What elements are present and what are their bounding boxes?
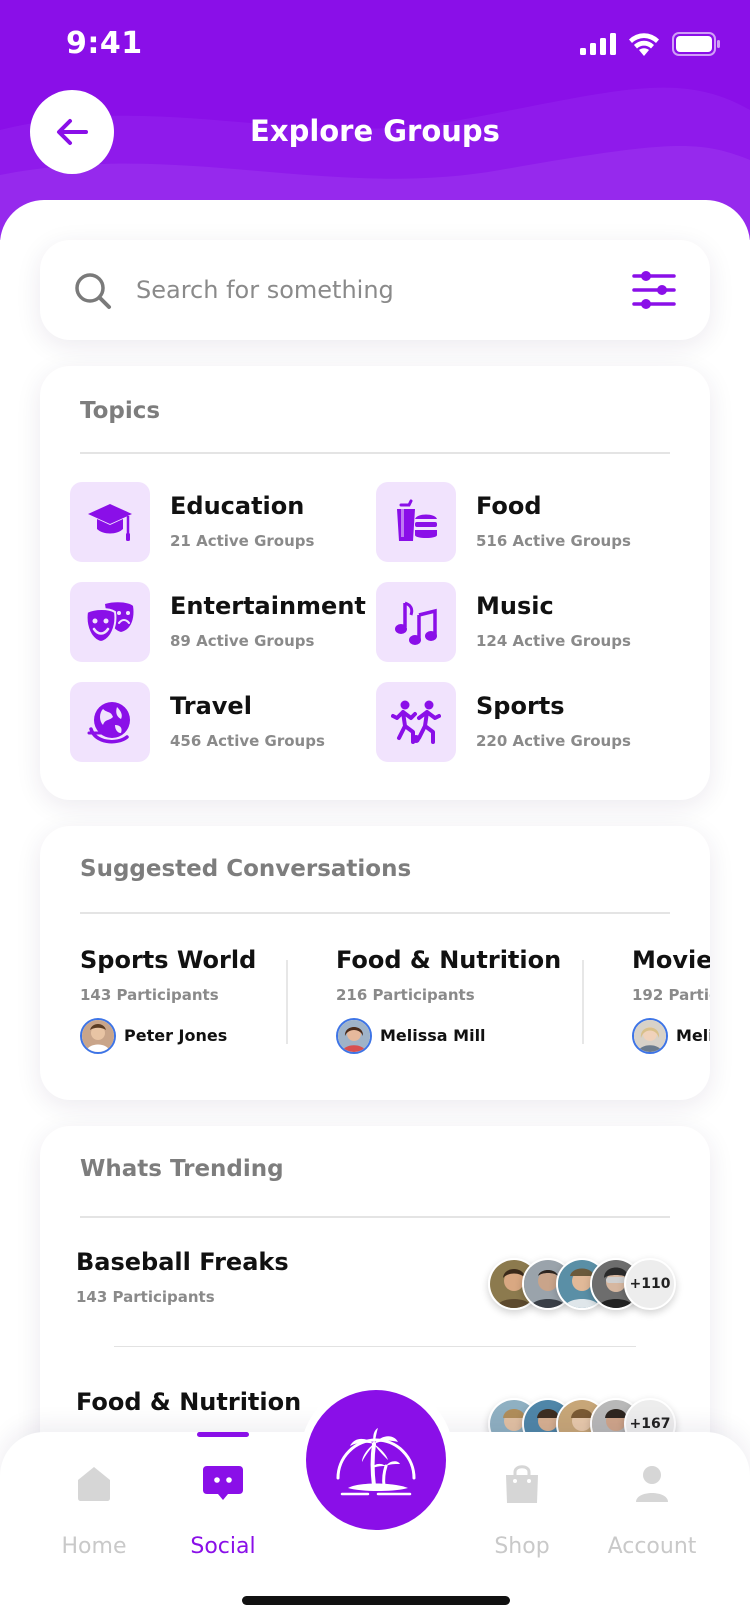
topic-name: Entertainment <box>170 592 366 620</box>
battery-icon <box>672 32 720 56</box>
trending-title: Whats Trending <box>80 1156 284 1182</box>
divider <box>286 960 288 1044</box>
more-participants-badge: +110 <box>624 1258 676 1310</box>
chat-bubble-icon <box>203 1466 243 1500</box>
topics-title: Topics <box>80 398 161 424</box>
signal-icon <box>580 33 616 55</box>
avatar <box>632 1018 668 1054</box>
topic-icon-box <box>70 582 150 662</box>
home-indicator <box>242 1596 510 1605</box>
avatar <box>336 1018 372 1054</box>
trending-name: Food & Nutrition <box>76 1388 302 1416</box>
music-notes-icon <box>395 601 437 645</box>
topic-food[interactable]: Food 516 Active Groups <box>376 482 676 562</box>
conversation-user: Peter Jones <box>124 1026 228 1045</box>
divider <box>582 960 584 1044</box>
globe-icon <box>87 702 130 744</box>
search-icon <box>75 273 111 309</box>
avatar <box>80 1018 116 1054</box>
nav-label: Social <box>190 1534 256 1559</box>
center-action-button[interactable] <box>306 1390 446 1530</box>
topic-icon-box <box>376 582 456 662</box>
suggested-conversations-card: Suggested Conversations Sports World 143… <box>40 826 710 1100</box>
user-icon <box>636 1466 668 1502</box>
nav-social[interactable]: Social <box>163 1462 283 1559</box>
nav-label: Home <box>61 1534 127 1559</box>
topics-card: Topics Education 21 Active Groups Food 5… <box>40 366 710 800</box>
conversation-participants: 143 Participants <box>80 986 219 1004</box>
status-time: 9:41 <box>66 26 143 61</box>
wifi-icon <box>629 33 659 56</box>
topic-icon-box <box>70 482 150 562</box>
participant-avatars: +110 <box>488 1258 676 1310</box>
nav-label: Account <box>607 1534 697 1559</box>
divider <box>114 1346 636 1347</box>
conversation-name: Movies <box>632 946 710 974</box>
conversation-user: Melissa Mill <box>380 1026 486 1045</box>
topic-count: 21 Active Groups <box>170 532 315 550</box>
topic-name: Sports <box>476 692 565 720</box>
topic-name: Education <box>170 492 305 520</box>
nav-account[interactable]: Account <box>592 1462 712 1559</box>
divider <box>80 912 670 914</box>
nav-label: Shop <box>494 1534 550 1559</box>
running-people-icon <box>391 700 441 744</box>
topic-name: Travel <box>170 692 252 720</box>
topic-name: Music <box>476 592 554 620</box>
topic-travel[interactable]: Travel 456 Active Groups <box>70 682 370 762</box>
nav-shop[interactable]: Shop <box>462 1462 582 1559</box>
conversation-participants: 216 Participants <box>336 986 475 1004</box>
topic-icon-box <box>70 682 150 762</box>
status-icons <box>580 32 720 56</box>
topic-sports[interactable]: Sports 220 Active Groups <box>376 682 676 762</box>
topic-count: 124 Active Groups <box>476 632 631 650</box>
topic-count: 89 Active Groups <box>170 632 315 650</box>
trending-participants: 143 Participants <box>76 1288 215 1306</box>
page-title: Explore Groups <box>250 114 500 148</box>
topic-entertainment[interactable]: Entertainment 89 Active Groups <box>70 582 370 662</box>
divider <box>80 1216 670 1218</box>
topic-icon-box <box>376 482 456 562</box>
filter-sliders-icon[interactable] <box>632 270 676 310</box>
fast-food-icon <box>397 499 437 541</box>
theater-masks-icon <box>85 602 134 644</box>
topic-count: 456 Active Groups <box>170 732 325 750</box>
topic-music[interactable]: Music 124 Active Groups <box>376 582 676 662</box>
nav-home[interactable]: Home <box>34 1462 154 1559</box>
conversation-name: Food & Nutrition <box>336 946 562 974</box>
palm-tree-island-icon <box>336 1428 416 1496</box>
topic-count: 220 Active Groups <box>476 732 631 750</box>
active-tab-indicator <box>197 1432 249 1437</box>
search-input[interactable] <box>136 266 566 314</box>
topic-count: 516 Active Groups <box>476 532 631 550</box>
conversation-name: Sports World <box>80 946 257 974</box>
search-bar <box>40 240 710 340</box>
trending-name: Baseball Freaks <box>76 1248 289 1276</box>
conversations-title: Suggested Conversations <box>80 856 412 882</box>
conversation-participants: 192 Participants <box>632 986 710 1004</box>
trending-item[interactable]: Baseball Freaks 143 Participants +110 <box>76 1248 676 1338</box>
conversation-user: Melissa Mill <box>676 1026 710 1045</box>
topic-icon-box <box>376 682 456 762</box>
home-icon <box>78 1467 110 1501</box>
graduation-cap-icon <box>88 504 132 541</box>
divider <box>80 452 670 454</box>
shopping-bag-icon <box>506 1465 538 1503</box>
topic-name: Food <box>476 492 542 520</box>
topic-education[interactable]: Education 21 Active Groups <box>70 482 370 562</box>
